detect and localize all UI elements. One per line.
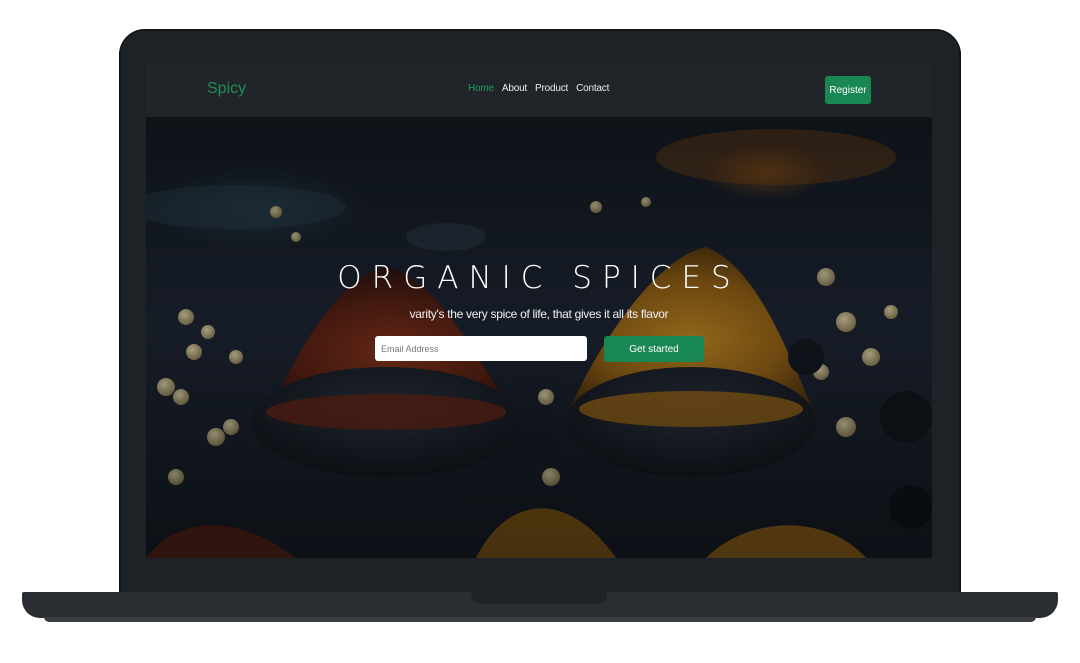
hero-subtitle: varity's the very spice of life, that gi…	[409, 307, 669, 321]
hero-section: ORGANIC SPICES varity's the very spice o…	[146, 117, 932, 558]
laptop-mockup: Spicy Home About Product Contact Registe…	[0, 0, 1080, 663]
hero-title: ORGANIC SPICES	[337, 260, 741, 296]
brand-logo[interactable]: Spicy	[207, 80, 246, 98]
email-input[interactable]	[375, 336, 587, 361]
get-started-button[interactable]: Get started	[604, 336, 704, 362]
navbar: Spicy Home About Product Contact Registe…	[146, 64, 932, 117]
nav-menu: Home About Product Contact	[468, 83, 609, 94]
laptop-notch	[471, 592, 607, 604]
hero-content: ORGANIC SPICES varity's the very spice o…	[146, 117, 932, 558]
laptop-base-shadow	[44, 617, 1036, 622]
website-screen: Spicy Home About Product Contact Registe…	[146, 64, 932, 558]
register-button[interactable]: Register	[825, 76, 871, 104]
nav-link-home[interactable]: Home	[468, 83, 494, 94]
nav-link-about[interactable]: About	[502, 83, 527, 94]
nav-link-product[interactable]: Product	[535, 83, 568, 94]
nav-link-contact[interactable]: Contact	[576, 83, 609, 94]
